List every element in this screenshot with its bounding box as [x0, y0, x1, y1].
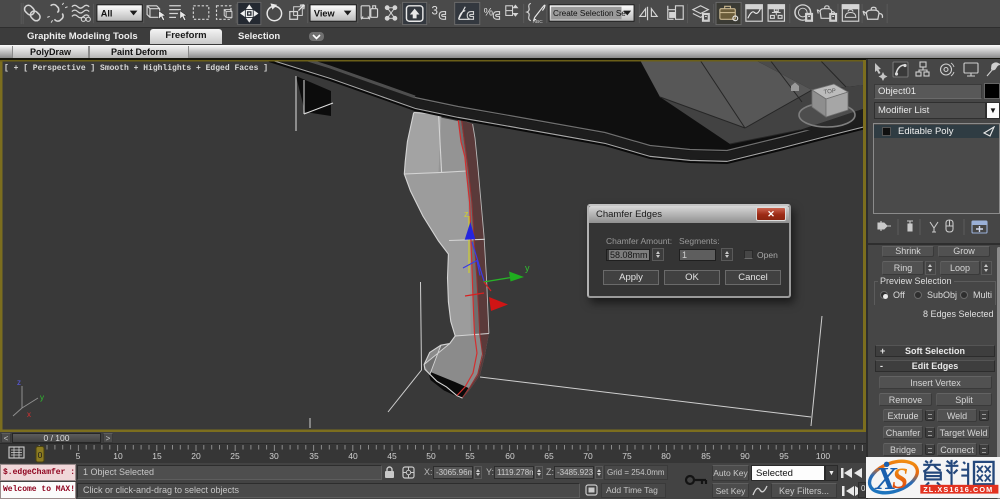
svg-text:25: 25	[230, 451, 240, 461]
svg-text:80: 80	[661, 451, 671, 461]
svg-text:65: 65	[544, 451, 554, 461]
svg-text:y: y	[525, 263, 530, 273]
svg-text:100: 100	[816, 451, 830, 461]
svg-text:45: 45	[387, 451, 397, 461]
svg-text:95: 95	[779, 451, 789, 461]
svg-text:15: 15	[152, 451, 162, 461]
svg-text:View: View	[314, 8, 336, 18]
svg-text:z: z	[464, 209, 469, 219]
svg-text:0: 0	[38, 450, 43, 460]
svg-text:85: 85	[701, 451, 711, 461]
svg-text:S: S	[892, 463, 908, 495]
svg-text:30: 30	[269, 451, 279, 461]
svg-text:55: 55	[465, 451, 475, 461]
svg-text:40: 40	[348, 451, 358, 461]
svg-text:20: 20	[191, 451, 201, 461]
svg-text:All: All	[101, 8, 113, 18]
svg-text:5: 5	[76, 451, 81, 461]
svg-text:75: 75	[622, 451, 632, 461]
svg-text:x: x	[27, 410, 31, 419]
svg-text:10: 10	[113, 451, 123, 461]
svg-text:50: 50	[426, 451, 436, 461]
svg-text:%: %	[484, 6, 494, 18]
svg-text:ABC: ABC	[533, 19, 543, 25]
svg-text:90: 90	[740, 451, 750, 461]
svg-text:y: y	[40, 393, 44, 402]
svg-text:ZL.XS1616.COM: ZL.XS1616.COM	[923, 485, 993, 494]
svg-text:60: 60	[505, 451, 515, 461]
svg-text:3: 3	[432, 5, 438, 17]
svg-text:35: 35	[309, 451, 319, 461]
svg-text:z: z	[17, 378, 21, 387]
svg-text:Create Selection Se: Create Selection Se	[553, 9, 626, 18]
svg-text:70: 70	[583, 451, 593, 461]
